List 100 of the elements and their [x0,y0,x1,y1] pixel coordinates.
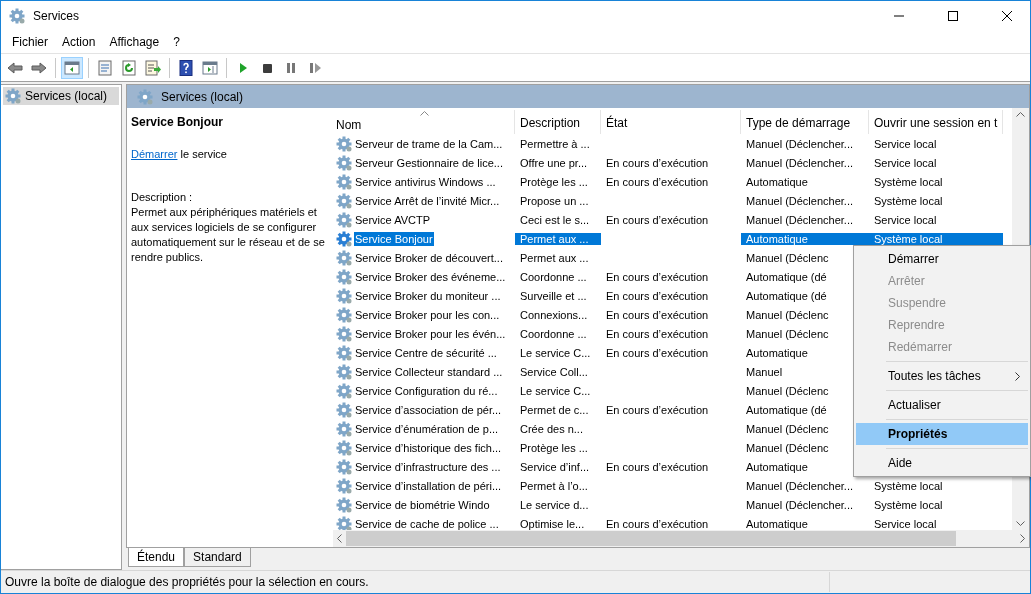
table-cell-text: Manuel (Déclencher... [745,156,854,169]
menu-item[interactable]: Action [55,33,103,51]
table-cell-text: Automatique [745,460,809,473]
column-header[interactable]: Description [515,110,601,134]
table-cell-text: Le service d... [519,498,590,511]
gear-icon [336,230,352,247]
table-cell-text: Automatique [745,346,809,359]
gear-icon [336,515,352,532]
table-cell[interactable]: Service d’installation de péri... [354,478,503,493]
table-cell[interactable]: Service d’historique des fich... [354,440,503,455]
table-cell[interactable]: Serveur Gestionnaire de lice... [354,155,504,170]
column-header[interactable]: État [601,110,741,134]
table-cell-text: Manuel [745,365,784,378]
menu-item[interactable]: ? [166,33,187,51]
table-cell[interactable]: Service Collecteur standard ... [354,364,504,379]
table-cell-text: Manuel (Déclenc [745,441,830,454]
table-cell-text: Connexions... [519,308,589,321]
table-cell-text: Optimise le... [519,517,586,530]
start-link[interactable]: Démarrer [131,148,178,160]
table-cell-text: En cours d’exécution [605,289,710,302]
table-cell[interactable]: Service Configuration du ré... [354,383,499,398]
table-cell[interactable]: Service Broker des événeme... [354,269,507,284]
table-cell[interactable]: Service Bonjour [354,231,434,246]
maximize-icon [948,11,958,21]
menu-item[interactable]: Démarrer [856,248,1028,270]
column-header[interactable]: Nom [333,110,515,134]
gear-icon [336,306,352,323]
table-cell-text: Offre une pr... [519,156,589,169]
scroll-down-icon[interactable] [1016,521,1025,526]
refresh-icon [121,59,137,76]
tree-item[interactable]: Services (local) [3,87,119,105]
table-cell-text: Permettre à ... [519,137,591,150]
table-cell-text: Manuel (Déclencher... [745,498,854,511]
table-cell-text: Le service C... [519,346,592,359]
horizontal-scrollbar[interactable] [333,530,1029,547]
menu-item[interactable]: Toutes les tâches [856,365,1028,387]
table-cell[interactable]: Service Centre de sécurité ... [354,345,498,360]
table-cell[interactable]: Service antivirus Windows ... [354,174,497,189]
table-cell[interactable]: Service Broker de découvert... [354,250,504,265]
panel-icon [202,59,218,76]
table-cell-text: En cours d’exécution [605,270,710,283]
window-title: Services [33,9,80,23]
table-cell-text: Automatique [745,175,809,188]
table-cell-text: Service local [873,213,938,226]
gear-icon [5,88,21,104]
forward-arrow-icon [31,59,47,76]
menu-item[interactable]: Propriétés [856,423,1028,445]
gear-icon [336,173,352,190]
scroll-thumb[interactable] [346,531,956,546]
status-text: Ouvre la boîte de dialogue des propriétés pour la sélection en cours. [4,575,370,589]
menu-item[interactable]: Affichage [102,33,167,51]
scroll-left-icon[interactable] [337,534,342,543]
scroll-up-icon[interactable] [1016,112,1025,117]
table-cell-text: En cours d’exécution [605,460,710,473]
table-cell-text: En cours d’exécution [605,308,710,321]
gear-icon [336,344,352,361]
table-cell-text: Système local [873,498,944,511]
menu-item[interactable]: Fichier [5,33,55,51]
gear-icon [336,458,352,475]
gear-icon [336,325,352,342]
gear-icon [336,401,352,418]
sort-caret-icon [419,111,429,116]
table-cell[interactable]: Service Arrêt de l’invité Micr... [354,193,501,208]
table-cell-text: En cours d’exécution [605,327,710,340]
menu-item[interactable]: Aide [856,452,1028,474]
menu-item[interactable]: Actualiser [856,394,1028,416]
table-cell-text: Système local [873,175,944,188]
table-cell-text: Le service C... [519,384,592,397]
table-cell-text: En cours d’exécution [605,213,710,226]
table-cell[interactable]: Service d’énumération de p... [354,421,500,436]
gear-icon [336,382,352,399]
column-header[interactable]: Type de démarrage [741,110,869,134]
scroll-right-icon[interactable] [1020,534,1025,543]
gear-icon [336,363,352,380]
view-tab[interactable]: Standard [184,548,251,567]
table-cell-text: Ceci est le s... [519,213,591,226]
table-cell[interactable]: Service AVCTP [354,212,431,227]
table-cell-text: Service local [873,517,938,530]
table-cell-text: Service d’inf... [519,460,591,473]
table-cell[interactable]: Service de cache de police ... [354,516,500,531]
table-cell[interactable]: Service Broker du moniteur ... [354,288,502,303]
table-cell-text: Automatique (dé [745,270,828,283]
table-cell-text: Coordonne ... [519,327,588,340]
table-cell[interactable]: Service de biométrie Windo [354,497,491,512]
table-cell-text: En cours d’exécution [605,175,710,188]
table-cell[interactable]: Serveur de trame de la Cam... [354,136,504,151]
list-export-icon [145,59,161,76]
table-cell-text: Protège les ... [519,441,589,454]
table-cell[interactable]: Service Broker pour les évén... [354,326,507,341]
table-cell[interactable]: Service d’infrastructure des ... [354,459,502,474]
table-cell-text: Protège les ... [519,175,589,188]
gear-icon [336,496,352,513]
table-cell-text: En cours d’exécution [605,346,710,359]
service-title: Service Bonjour [131,115,225,130]
gear-icon [336,420,352,437]
column-header[interactable]: Ouvrir une session en t [869,110,1003,134]
table-cell[interactable]: Service d’association de pér... [354,402,503,417]
table-cell: Système local [869,232,1003,245]
view-tab[interactable]: Étendu [128,548,185,567]
table-cell[interactable]: Service Broker pour les con... [354,307,501,322]
